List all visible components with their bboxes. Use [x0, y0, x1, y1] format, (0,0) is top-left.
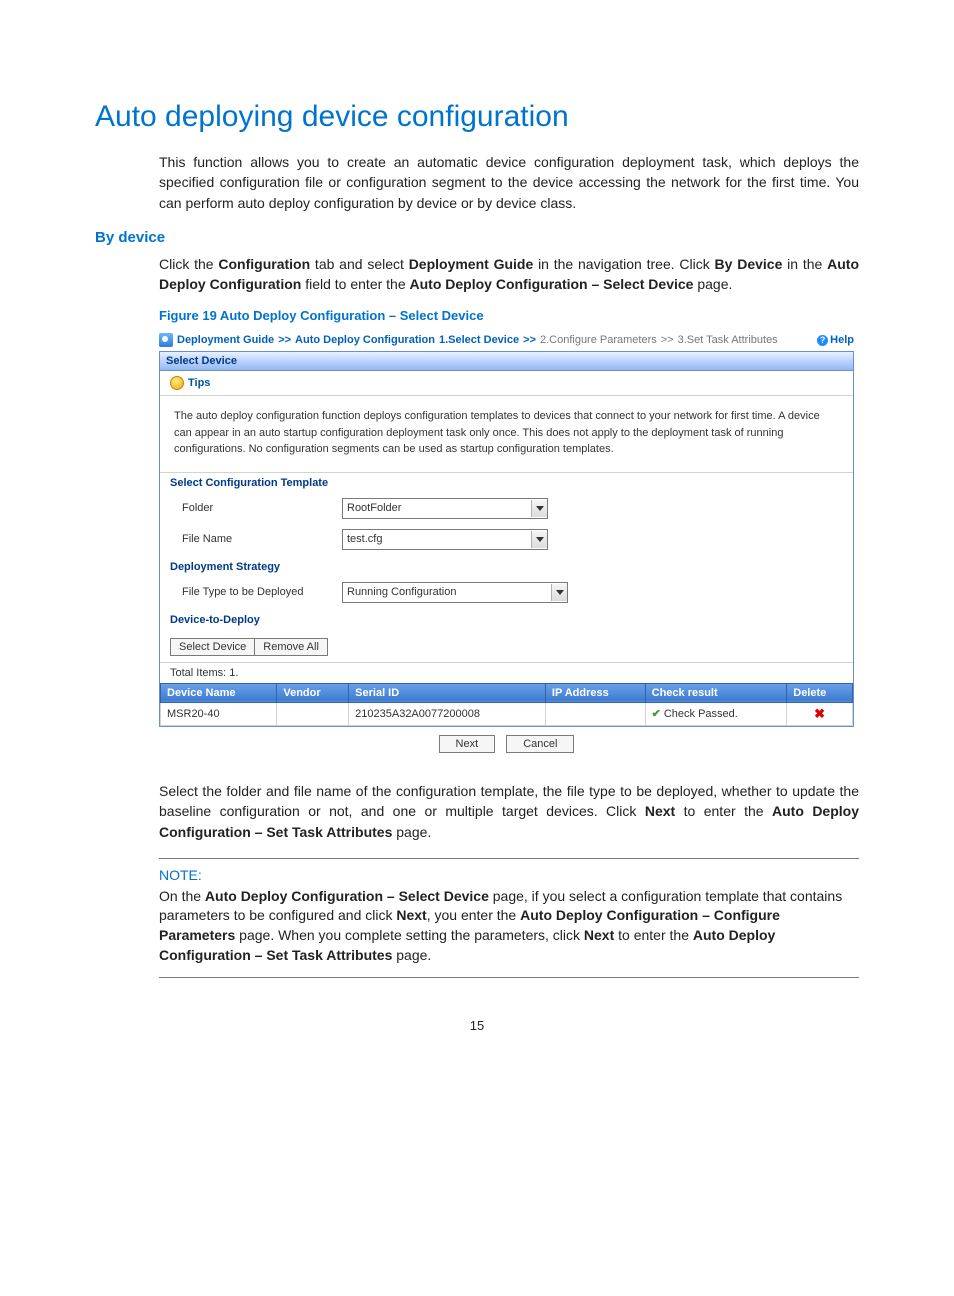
section-by-device: By device: [95, 229, 859, 246]
folder-select[interactable]: RootFolder: [342, 498, 548, 519]
col-ip-address[interactable]: IP Address: [545, 683, 645, 702]
col-delete: Delete: [787, 683, 853, 702]
cell-device-name: MSR20-40: [161, 702, 277, 725]
next-button[interactable]: Next: [439, 735, 496, 753]
cell-ip: [545, 702, 645, 725]
device-table: Device Name Vendor Serial ID IP Address …: [160, 683, 853, 726]
strategy-section-header: Deployment Strategy: [160, 557, 853, 579]
select-device-panel: Select Device Tips The auto deploy confi…: [159, 351, 854, 727]
paragraph-1: Click the Configuration tab and select D…: [159, 254, 859, 295]
tips-label: Tips: [188, 377, 210, 389]
col-device-name[interactable]: Device Name: [161, 683, 277, 702]
figure-caption: Figure 19 Auto Deploy Configuration – Se…: [159, 308, 859, 323]
col-serial-id[interactable]: Serial ID: [349, 683, 546, 702]
crumb-step-1[interactable]: 1.Select Device: [439, 334, 519, 346]
filename-select[interactable]: test.cfg: [342, 529, 548, 550]
chevron-down-icon: [551, 584, 567, 601]
check-icon: ✔: [652, 708, 661, 720]
panel-title: Select Device: [160, 352, 853, 371]
note-text: On the Auto Deploy Configuration – Selec…: [159, 887, 859, 965]
device-section-header: Device-to-Deploy: [160, 610, 853, 632]
col-vendor[interactable]: Vendor: [277, 683, 349, 702]
folder-label: Folder: [182, 502, 342, 514]
figure-screenshot: Deployment Guide >> Auto Deploy Configur…: [159, 331, 854, 761]
deployment-guide-icon: [159, 333, 173, 347]
note-box: NOTE: On the Auto Deploy Configuration –…: [159, 858, 859, 978]
crumb-deployment-guide[interactable]: Deployment Guide: [177, 334, 274, 346]
tips-header[interactable]: Tips: [160, 371, 853, 396]
cell-serial-id: 210235A32A0077200008: [349, 702, 546, 725]
breadcrumb: Deployment Guide >> Auto Deploy Configur…: [159, 331, 854, 351]
note-label: NOTE:: [159, 867, 859, 883]
paragraph-2: Select the folder and file name of the c…: [159, 781, 859, 842]
page-number: 15: [95, 1018, 859, 1033]
col-check-result[interactable]: Check result: [645, 683, 787, 702]
page-title: Auto deploying device configuration: [95, 100, 859, 134]
cancel-button[interactable]: Cancel: [506, 735, 574, 753]
table-row[interactable]: MSR20-40 210235A32A0077200008 ✔Check Pas…: [161, 702, 853, 725]
filetype-label: File Type to be Deployed: [182, 586, 342, 598]
cell-delete[interactable]: ✖: [787, 702, 853, 725]
delete-icon: ✖: [814, 706, 825, 721]
chevron-down-icon: [531, 500, 547, 517]
total-items-text: Total Items: 1.: [160, 662, 853, 683]
template-section-header: Select Configuration Template: [160, 472, 853, 495]
help-icon: ?: [817, 335, 828, 346]
help-link[interactable]: ? Help: [817, 334, 854, 346]
crumb-auto-deploy[interactable]: Auto Deploy Configuration: [295, 334, 435, 346]
crumb-step-2: 2.Configure Parameters: [540, 334, 657, 346]
filetype-select[interactable]: Running Configuration: [342, 582, 568, 603]
lightbulb-icon: [170, 376, 184, 390]
cell-check-result: ✔Check Passed.: [645, 702, 787, 725]
select-device-button[interactable]: Select Device: [170, 638, 255, 656]
filename-label: File Name: [182, 533, 342, 545]
crumb-step-3: 3.Set Task Attributes: [678, 334, 778, 346]
tips-text: The auto deploy configuration function d…: [160, 396, 853, 472]
chevron-down-icon: [531, 531, 547, 548]
intro-text: This function allows you to create an au…: [159, 152, 859, 213]
remove-all-button[interactable]: Remove All: [255, 638, 328, 656]
cell-vendor: [277, 702, 349, 725]
